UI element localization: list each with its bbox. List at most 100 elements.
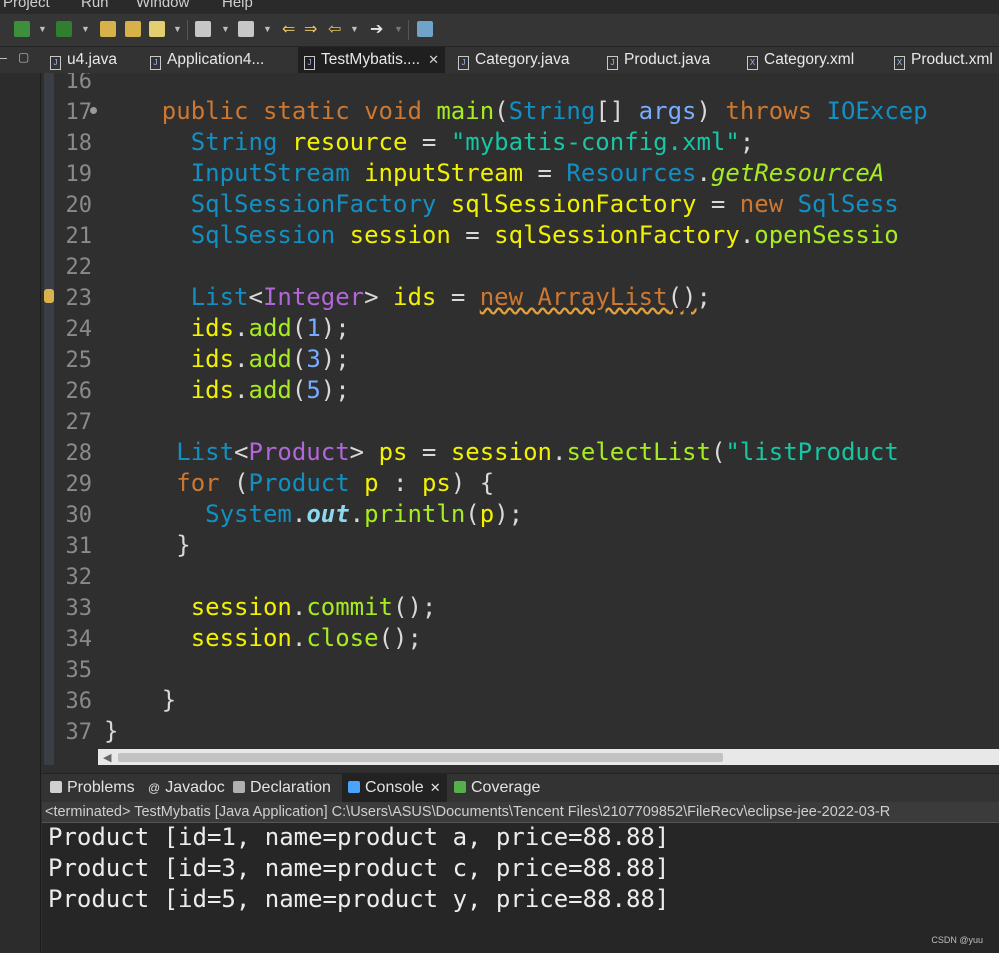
console-output[interactable]: Product [id=1, name=product a, price=88.…: [42, 823, 999, 953]
tab-problems[interactable]: Problems: [50, 774, 135, 802]
pen-icon[interactable]: [149, 21, 165, 37]
code-token: SqlSessionFactory: [190, 190, 437, 218]
menu-window[interactable]: Window: [136, 0, 189, 11]
code-token: .: [349, 500, 365, 528]
close-console-icon[interactable]: ✕: [430, 780, 441, 795]
tab-category-java[interactable]: J Category.java: [458, 47, 569, 73]
java-file-icon: J: [50, 56, 61, 70]
back-dropdown-icon[interactable]: ▼: [350, 24, 359, 34]
tab-u4-java[interactable]: Ju4.java: [50, 47, 117, 73]
close-tab-icon[interactable]: ✕: [428, 52, 439, 67]
code-token: >: [349, 438, 379, 466]
console-icon: [348, 781, 360, 793]
java-file-icon: J: [458, 56, 469, 70]
menu-project[interactable]: Project: [3, 0, 50, 11]
code-token: SqlSess: [797, 190, 899, 218]
tab-application4[interactable]: J Application4...: [150, 47, 264, 73]
tab-coverage[interactable]: Coverage: [454, 774, 540, 802]
code-token: );: [494, 500, 524, 528]
code-token: out: [306, 500, 350, 528]
console-line: Product [id=1, name=product a, price=88.…: [48, 823, 670, 851]
annotation-dropdown-icon[interactable]: ▼: [221, 24, 230, 34]
tab-testmybatis[interactable]: J TestMybatis.... ✕: [298, 47, 445, 75]
code-token: SqlSession: [190, 221, 336, 249]
scroll-left-icon[interactable]: ◀: [103, 751, 111, 764]
run-config-icon[interactable]: [56, 21, 72, 37]
new-window-icon[interactable]: [417, 21, 433, 37]
code-token: }: [104, 531, 191, 559]
open-folder2-icon[interactable]: [125, 21, 141, 37]
open-folder-icon[interactable]: [100, 21, 116, 37]
line-number: 23: [65, 286, 93, 311]
maximize-icon[interactable]: ▢: [18, 50, 29, 64]
code-token: 1: [306, 314, 321, 342]
debug-dropdown-icon[interactable]: ▼: [38, 24, 47, 34]
menu-run[interactable]: Run: [81, 0, 109, 11]
code-token: .: [291, 500, 307, 528]
console-line: Product [id=5, name=product y, price=88.…: [48, 885, 670, 913]
code-token: ids: [190, 345, 235, 373]
edit-icon[interactable]: [238, 21, 254, 37]
line-number: 24: [65, 317, 93, 342]
edit-dropdown-icon[interactable]: ▼: [263, 24, 272, 34]
code-token: session: [190, 593, 292, 621]
code-token: (: [291, 376, 307, 404]
code-token: ps: [378, 438, 408, 466]
code-line: public static void main(String[] args) t…: [104, 97, 928, 125]
line-number: 20: [65, 193, 93, 218]
annotation-icon[interactable]: [195, 21, 211, 37]
line-number: 33: [65, 596, 93, 621]
tab-product-xml[interactable]: X Product.xml: [894, 47, 993, 73]
next-annotation-icon[interactable]: ⇒: [304, 19, 317, 39]
tab-product-java[interactable]: J Product.java: [607, 47, 710, 73]
debug-icon[interactable]: [14, 21, 30, 37]
line-number: 30: [65, 503, 93, 528]
code-token: );: [320, 314, 350, 342]
tab-javadoc[interactable]: @ Javadoc: [148, 774, 225, 802]
code-token: =: [407, 128, 451, 156]
code-token: (: [494, 97, 509, 125]
scrollbar-thumb[interactable]: [118, 753, 723, 762]
code-token: new ArrayList: [479, 283, 668, 311]
tab-label: TestMybatis....: [321, 51, 421, 68]
tab-console[interactable]: Console ✕: [342, 774, 447, 802]
code-token: ps: [421, 469, 451, 497]
declaration-icon: [233, 781, 245, 793]
code-token: .: [234, 314, 249, 342]
minimize-icon[interactable]: ⎯: [0, 49, 7, 66]
code-token: ids: [190, 376, 235, 404]
forward-dropdown-icon[interactable]: ▼: [394, 24, 403, 34]
coverage-icon: [454, 781, 466, 793]
code-token: resource: [291, 128, 408, 156]
back-icon[interactable]: ⇦: [328, 19, 341, 39]
code-token: public: [161, 97, 249, 125]
prev-annotation-icon[interactable]: ⇐: [282, 19, 295, 39]
fold-marker-icon[interactable]: [90, 107, 97, 114]
horizontal-scrollbar[interactable]: ◀: [98, 749, 999, 765]
tab-category-xml[interactable]: X Category.xml: [747, 47, 854, 73]
forward-icon[interactable]: ➔: [370, 19, 383, 39]
code-token: new: [739, 190, 784, 218]
code-token: .: [234, 345, 249, 373]
warning-marker-icon[interactable]: [44, 289, 54, 303]
code-line: System.out.println(p);: [104, 500, 523, 528]
code-token: main: [436, 97, 495, 125]
code-token: String: [508, 97, 596, 125]
code-editor[interactable]: 16 17 public static void main(String[] ar…: [54, 73, 999, 749]
code-token: session: [450, 438, 552, 466]
console-line: Product [id=3, name=product c, price=88.…: [48, 854, 670, 882]
code-line: SqlSession session = sqlSessionFactory.o…: [104, 221, 899, 249]
tab-declaration[interactable]: Declaration: [233, 774, 331, 802]
run-dropdown-icon[interactable]: ▼: [81, 24, 90, 34]
line-number: 32: [65, 565, 93, 590]
code-token: session: [349, 221, 451, 249]
menu-help[interactable]: Help: [222, 0, 253, 11]
code-line: SqlSessionFactory sqlSessionFactory = ne…: [104, 190, 899, 218]
pen-dropdown-icon[interactable]: ▼: [173, 24, 182, 34]
